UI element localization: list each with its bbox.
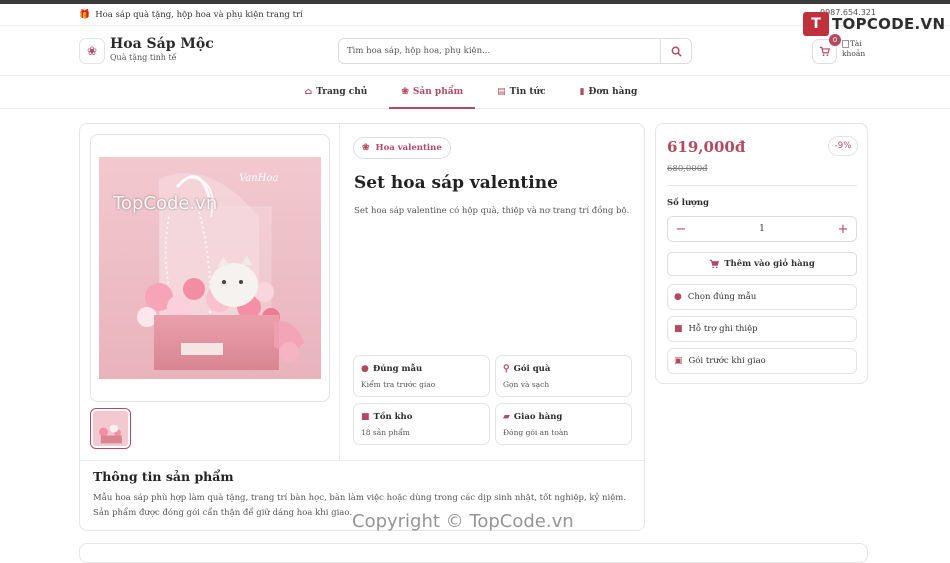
search-button[interactable] [660, 39, 691, 63]
feature-title: Gói quà [513, 364, 551, 374]
check-circle-icon: ● [674, 292, 682, 302]
watermark-brand: TOPCODE.VN [832, 15, 946, 33]
receipt-icon: ▮ [579, 87, 585, 97]
perk-item: ■ Hỗ trợ ghi thiệp [667, 316, 857, 342]
discount-badge: -9% [828, 136, 858, 156]
quantity-label: Số lượng [667, 198, 709, 208]
truck-icon: ▰ [503, 412, 510, 422]
feature-title: Giao hàng [513, 412, 563, 422]
nav-item-orders[interactable]: ▮ Đơn hàng [568, 76, 650, 108]
nav-item-home[interactable]: ⌂ Trang chủ [293, 76, 380, 108]
watermark-logo: T TOPCODE.VN [803, 12, 945, 36]
perk-label: Hỗ trợ ghi thiệp [688, 324, 758, 334]
check-circle-icon: ● [361, 364, 369, 374]
lotus-icon[interactable]: ❀ [79, 38, 105, 64]
home-icon: ⌂ [304, 87, 313, 97]
message-icon: ■ [674, 324, 683, 334]
brand-name[interactable]: Hoa Sáp Mộc [110, 36, 214, 52]
gift-icon: 🎁 [79, 9, 91, 20]
watermark-logo-mark: T [803, 12, 829, 36]
divider [667, 185, 857, 186]
copyright-watermark: Copyright © TopCode.vn [352, 511, 574, 532]
product-gallery: VanHoa [90, 134, 330, 402]
price: 619,000đ [667, 138, 746, 156]
nav-item-products[interactable]: ❀ Sản phẩm [389, 76, 475, 109]
add-to-cart-button[interactable]: Thêm vào giỏ hàng [667, 252, 857, 276]
quantity-stepper: − 1 + [667, 216, 857, 242]
nav-label: Trang chủ [316, 87, 368, 97]
lotus-icon: ❀ [362, 143, 370, 153]
quantity-minus-button[interactable]: − [668, 222, 694, 237]
brand[interactable]: Hoa Sáp Mộc Quà tặng tinh tế [110, 36, 214, 62]
ribbon-icon: ⚲ [503, 364, 510, 374]
feature-sub: Kiểm tra trước giao [361, 380, 436, 389]
product-info-title: Thông tin sản phẩm [93, 469, 234, 484]
broken-image-icon [842, 40, 849, 48]
next-section-card [79, 543, 868, 563]
newspaper-icon: ▤ [497, 87, 506, 97]
search-icon [671, 46, 682, 57]
box-icon: ■ [361, 412, 370, 422]
cart-button[interactable]: 0 [812, 34, 841, 64]
category-chip[interactable]: ❀ Hoa valentine [353, 137, 451, 159]
nav-label: Sản phẩm [412, 87, 464, 97]
nav-item-news[interactable]: ▤ Tin tức [485, 76, 558, 108]
main-nav: ⌂ Trang chủ ❀ Sản phẩm ▤ Tin tức ▮ Đơn hàng [0, 76, 950, 109]
product-card: VanHoa ❀ Hoa valentine Set hoa sáp valent… [79, 123, 646, 531]
cart-icon [710, 259, 720, 269]
feature-title: Đúng mẫu [372, 364, 423, 374]
feature-sub: Đóng gói an toàn [503, 428, 569, 437]
feature-card: ● Đúng mẫu Kiểm tra trước giao [353, 355, 490, 397]
product-thumbnail[interactable] [90, 408, 131, 449]
feature-sub: Gọn và sạch [503, 380, 550, 389]
feature-card: ▰ Giao hàng Đóng gói an toàn [495, 403, 632, 445]
add-to-cart-label: Thêm vào giỏ hàng [724, 259, 815, 269]
perk-label: Gói trước khi giao [688, 356, 766, 366]
old-price: 680,000đ [667, 164, 708, 174]
product-short-desc: Set hoa sáp valentine có hộp quà, thiệp … [354, 206, 630, 216]
feature-sub: 18 sản phẩm [361, 428, 410, 437]
gift-icon: ▣ [674, 356, 683, 366]
purchase-panel: 619,000đ -9% 680,000đ Số lượng − 1 + Thê… [655, 123, 868, 384]
product-image[interactable]: VanHoa [99, 157, 321, 379]
quantity-plus-button[interactable]: + [830, 222, 856, 237]
product-title: Set hoa sáp valentine [354, 173, 558, 193]
perk-label: Chọn đúng mẫu [687, 292, 757, 302]
image-watermark: TopCode.vn [113, 193, 218, 214]
brand-tagline: Quà tặng tinh tế [110, 53, 177, 62]
search-bar [338, 38, 692, 64]
nav-label: Tin tức [509, 87, 546, 97]
perk-item: ● Chọn đúng mẫu [667, 284, 857, 310]
cart-icon [819, 46, 830, 57]
promo-text: Hoa sáp quà tặng, hộp hoa và phụ kiện tr… [95, 9, 303, 20]
perk-item: ▣ Gói trước khi giao [667, 348, 857, 374]
lotus-icon: ❀ [401, 87, 409, 97]
image-box-brand: VanHoa [239, 173, 278, 184]
column-divider [339, 124, 340, 460]
nav-label: Đơn hàng [588, 87, 638, 97]
feature-title: Tồn kho [373, 412, 413, 422]
feature-card: ■ Tồn kho 18 sản phẩm [353, 403, 490, 445]
account-avatar[interactable]: Tài khoản [842, 39, 868, 63]
search-input[interactable] [339, 39, 660, 63]
category-label: Hoa valentine [375, 143, 442, 153]
quantity-value[interactable]: 1 [694, 224, 830, 234]
feature-card: ⚲ Gói quà Gọn và sạch [495, 355, 632, 397]
section-divider [80, 460, 646, 461]
